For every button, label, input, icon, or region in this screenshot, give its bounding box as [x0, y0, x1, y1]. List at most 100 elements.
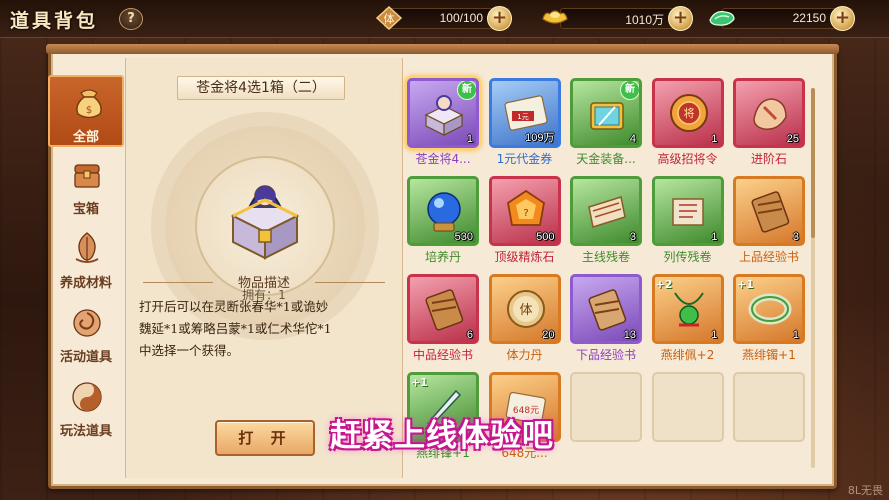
- category-gameplay[interactable]: 玩法道具: [48, 371, 124, 443]
- panel-top-trim: [46, 44, 839, 54]
- scrollbar-thumb[interactable]: [811, 88, 815, 238]
- item-name: 上品经验书: [738, 250, 799, 264]
- gold-resource: 1010万 +: [560, 6, 693, 31]
- jade-resource: 22150 +: [722, 6, 855, 31]
- item-frame[interactable]: +2 1: [651, 274, 724, 344]
- category-events[interactable]: 活动道具: [48, 297, 124, 369]
- description-title: 物品描述: [237, 276, 290, 291]
- item-name: 1元代金券: [496, 152, 553, 166]
- item-frame[interactable]: 3: [570, 176, 642, 246]
- category-materials[interactable]: 养成材料: [48, 223, 124, 295]
- enhance-badge: +1: [411, 376, 428, 389]
- item-frame[interactable]: 6: [407, 274, 479, 344]
- gold-ingot-icon: [540, 5, 570, 31]
- gem-icon: ?: [502, 187, 550, 235]
- jade-add-button[interactable]: +: [830, 6, 855, 31]
- item-count: 4: [629, 133, 636, 145]
- gold-add-button[interactable]: +: [668, 6, 693, 31]
- category-sidebar: $ 全部 宝箱 养成材料 活动道具 玩法道具: [48, 75, 124, 445]
- item-name: 高级招将令: [657, 152, 718, 166]
- book2-icon: [583, 285, 631, 333]
- svg-text:体: 体: [519, 303, 532, 318]
- watermark: 8L无畏: [847, 484, 883, 497]
- stamina-glyph: 体: [384, 12, 395, 26]
- item-frame[interactable]: 25: [733, 78, 805, 148]
- item-frame[interactable]: [733, 372, 805, 442]
- item-frame[interactable]: [570, 372, 642, 442]
- grid-scrollbar[interactable]: [811, 88, 815, 468]
- pendant-icon: [665, 285, 713, 333]
- gold-value: 1010万: [625, 13, 664, 27]
- svg-text:?: ?: [523, 208, 528, 219]
- jade-value: 22150: [792, 11, 826, 25]
- item-frame[interactable]: ? 500: [488, 176, 561, 246]
- book-icon: [746, 187, 794, 235]
- item-count: 1: [711, 231, 718, 243]
- item-count: 1: [466, 133, 473, 145]
- item-name: 顶级精炼石: [494, 250, 555, 264]
- item-frame[interactable]: 13: [570, 274, 642, 344]
- item-count: 1: [792, 329, 799, 341]
- category-all[interactable]: $ 全部: [48, 75, 124, 147]
- item-name: 进阶石: [750, 152, 787, 166]
- item-frame[interactable]: 将1: [651, 78, 724, 148]
- item-frame[interactable]: 1: [651, 176, 724, 246]
- item-frame[interactable]: 3: [733, 176, 805, 246]
- swirl-icon: [70, 303, 104, 341]
- item-count: 1: [711, 329, 718, 341]
- item-count: 6: [466, 329, 473, 341]
- divider-right: [315, 282, 385, 283]
- item-description: 打开后可以在灵断张春华*1或诡妙 魏延*1或筹略吕蒙*1或仁术华佗*1 中选择一…: [139, 296, 395, 362]
- divider-left: [143, 282, 213, 283]
- item-frame[interactable]: 新4: [570, 78, 642, 148]
- book-icon: [420, 285, 468, 333]
- stone-icon: [746, 89, 794, 137]
- svg-text:将: 将: [683, 107, 694, 120]
- leaf-icon: [70, 229, 104, 267]
- promo-overlay-text: 赶紧上线体验吧: [330, 418, 554, 454]
- bracelet-icon: [746, 285, 794, 333]
- chest-icon: [70, 155, 104, 193]
- item-name: 体力丹: [506, 348, 543, 362]
- item-count: 530: [454, 231, 473, 243]
- scroll2-icon: [665, 187, 713, 235]
- item-name: 下品经验书: [575, 348, 636, 362]
- item-frame[interactable]: +1 1: [733, 274, 805, 344]
- category-chest[interactable]: 宝箱: [48, 149, 124, 221]
- description-line: 魏延*1或筹略吕蒙*1或仁术华佗*1: [139, 321, 332, 336]
- stamina-add-button[interactable]: +: [487, 6, 512, 31]
- item-frame[interactable]: 体 20: [488, 274, 561, 344]
- category-materials-label: 养成材料: [59, 276, 112, 291]
- open-button[interactable]: 打 开: [215, 420, 315, 456]
- taiji-icon: [70, 377, 104, 415]
- item-count: 25: [786, 133, 799, 145]
- category-all-label: 全部: [72, 130, 99, 145]
- item-count: 500: [536, 231, 555, 243]
- orb-icon: [420, 187, 468, 235]
- category-gameplay-label: 玩法道具: [59, 424, 112, 439]
- item-frame[interactable]: 新1: [407, 78, 479, 148]
- pouch-icon: $: [72, 83, 106, 121]
- item-count: 13: [623, 329, 636, 341]
- pill-icon: 体: [502, 285, 550, 333]
- item-frame[interactable]: 530: [407, 176, 479, 246]
- item-count: 1: [711, 133, 718, 145]
- jade-icon: [707, 5, 737, 31]
- category-events-label: 活动道具: [59, 350, 112, 365]
- item-count: 3: [629, 231, 636, 243]
- enhance-badge: +1: [737, 278, 754, 291]
- item-frame[interactable]: 1元 109万: [488, 78, 561, 148]
- new-badge: 新: [457, 81, 476, 100]
- enhance-badge: +2: [655, 278, 673, 291]
- svg-text:$: $: [86, 105, 92, 116]
- item-name-banner: 苍金将4选1箱（二）: [177, 76, 345, 100]
- scroll-icon: [583, 187, 631, 235]
- help-button[interactable]: ?: [119, 8, 143, 30]
- stamina-value: 100/100: [439, 11, 483, 25]
- item-name: 燕绯佩+2: [660, 348, 715, 362]
- category-chest-label: 宝箱: [72, 202, 99, 217]
- description-header: 物品描述: [133, 272, 395, 292]
- page-title: 道具背包: [10, 10, 99, 32]
- item-frame[interactable]: [651, 372, 724, 442]
- description-line: 打开后可以在灵断张春华*1或诡妙: [139, 299, 329, 314]
